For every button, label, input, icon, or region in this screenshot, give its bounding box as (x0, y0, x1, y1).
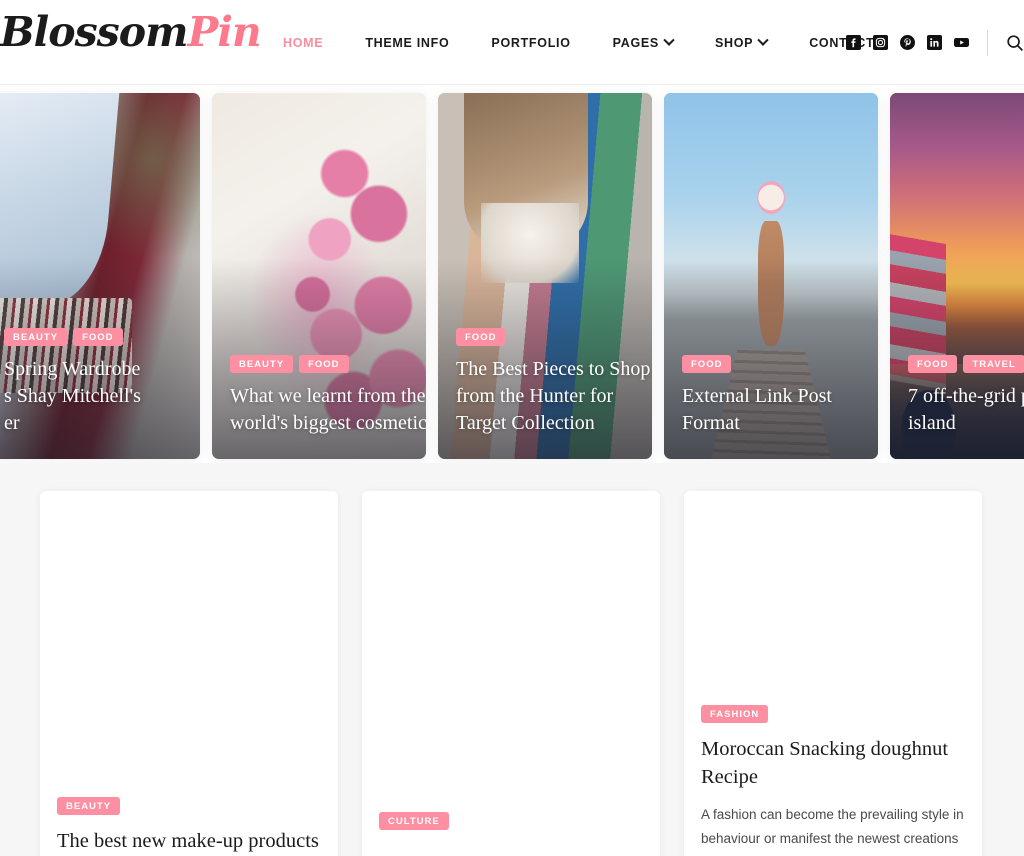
post-card-body: FASHION Moroccan Snacking doughnut Recip… (698, 690, 968, 856)
slide-meta: BEAUTY FOOD Spring Wardrobe s Shay Mitch… (4, 328, 188, 437)
nav-item-home-label: HOME (283, 35, 324, 50)
nav-item-pages-label: PAGES (612, 35, 659, 50)
category-tag[interactable]: CULTURE (379, 812, 449, 830)
slide-meta: FOOD External Link Post Format (682, 355, 866, 437)
slide-title-line: island (908, 412, 956, 434)
logo-primary-text: Blossom (0, 8, 188, 56)
header-divider (987, 29, 988, 56)
slide-title[interactable]: The Best Pieces to Shop from the Hunter … (456, 356, 651, 437)
social-links (846, 0, 1024, 85)
search-icon[interactable] (1006, 34, 1024, 52)
carousel-track[interactable]: BEAUTY FOOD Spring Wardrobe s Shay Mitch… (0, 93, 1024, 459)
youtube-icon[interactable] (954, 35, 969, 50)
nav-item-shop[interactable]: SHOP (694, 34, 788, 50)
slide-title-line: What we learnt from the (230, 385, 426, 407)
post-card[interactable]: FASHION Moroccan Snacking doughnut Recip… (684, 491, 982, 856)
nav-item-portfolio[interactable]: PORTFOLIO (470, 36, 591, 50)
category-tag[interactable]: FASHION (701, 705, 769, 723)
carousel-slide[interactable]: BEAUTY FOOD What we learnt from the worl… (212, 93, 426, 459)
slide-title[interactable]: External Link Post Format (682, 383, 866, 437)
category-tag[interactable]: TRAVEL (963, 355, 1024, 373)
instagram-icon[interactable] (873, 35, 888, 50)
slide-title-line: er (4, 412, 20, 434)
slide-title-line: Target Collection (456, 412, 595, 434)
slide-title-line: from the Hunter for (456, 385, 614, 407)
category-tag[interactable]: FOOD (299, 355, 349, 373)
carousel-slide[interactable]: FOOD TRAVEL 7 off-the-grid private islan… (890, 93, 1024, 459)
category-tag[interactable]: FOOD (908, 355, 958, 373)
category-tag[interactable]: FOOD (682, 355, 732, 373)
post-card[interactable]: BEAUTY The best new make-up products for (40, 491, 338, 856)
slide-tags: FOOD (456, 328, 640, 346)
post-thumbnail[interactable] (54, 505, 324, 782)
linkedin-icon[interactable] (927, 35, 942, 50)
slide-meta: BEAUTY FOOD What we learnt from the worl… (230, 355, 426, 437)
post-card[interactable]: CULTURE (362, 491, 660, 856)
post-grid: BEAUTY The best new make-up products for… (40, 491, 984, 856)
post-title[interactable]: The best new make-up products for (57, 828, 321, 856)
logo-accent-text: Pin (187, 8, 261, 56)
slide-title-line: 7 off-the-grid private (908, 385, 1024, 407)
main-navigation: HOME THEME INFO PORTFOLIO PAGES SHOP CON… (262, 0, 895, 85)
slide-title[interactable]: 7 off-the-grid private island (908, 383, 1024, 437)
slide-tags: BEAUTY FOOD (230, 355, 414, 373)
featured-carousel[interactable]: BEAUTY FOOD Spring Wardrobe s Shay Mitch… (0, 85, 1024, 463)
nav-item-home[interactable]: HOME (262, 36, 344, 50)
post-card-body: BEAUTY The best new make-up products for (54, 782, 324, 856)
nav-item-theme-info[interactable]: THEME INFO (344, 36, 470, 50)
slide-title-line: world's biggest cosmetic- (230, 412, 426, 434)
slide-tags: BEAUTY FOOD (4, 328, 188, 346)
site-header: BlossomPin HOME THEME INFO PORTFOLIO PAG… (0, 0, 1024, 85)
chevron-down-icon (757, 34, 769, 46)
slide-title-line: External Link Post (682, 385, 832, 407)
slide-title[interactable]: What we learnt from the world's biggest … (230, 383, 426, 437)
slide-tags: FOOD TRAVEL (908, 355, 1024, 373)
carousel-slide[interactable]: FOOD The Best Pieces to Shop from the Hu… (438, 93, 652, 459)
nav-item-portfolio-label: PORTFOLIO (491, 35, 571, 50)
post-card-body: CULTURE (376, 797, 646, 830)
category-tag[interactable]: FOOD (73, 328, 123, 346)
post-title[interactable]: Moroccan Snacking doughnut Recipe (701, 736, 965, 791)
slide-tags: FOOD (682, 355, 866, 373)
slide-title-line: Spring Wardrobe (4, 358, 141, 380)
nav-item-shop-label: SHOP (714, 35, 754, 50)
category-tag[interactable]: BEAUTY (57, 797, 121, 815)
site-logo[interactable]: BlossomPin (0, 8, 262, 56)
category-tag[interactable]: BEAUTY (4, 328, 68, 346)
nav-item-theme-info-label: THEME INFO (365, 35, 450, 50)
slide-title-line: The Best Pieces to Shop (456, 358, 651, 380)
post-thumbnail[interactable] (698, 505, 968, 690)
category-tag[interactable]: FOOD (456, 328, 506, 346)
category-tag[interactable]: BEAUTY (230, 355, 294, 373)
slide-title-line: s Shay Mitchell's (4, 385, 141, 407)
facebook-icon[interactable] (846, 35, 861, 50)
slide-meta: FOOD The Best Pieces to Shop from the Hu… (456, 328, 651, 437)
carousel-slide[interactable]: BEAUTY FOOD Spring Wardrobe s Shay Mitch… (0, 93, 200, 459)
slide-title[interactable]: Spring Wardrobe s Shay Mitchell's er (4, 356, 188, 437)
post-excerpt: A fashion can become the prevailing styl… (701, 807, 964, 856)
pinterest-icon[interactable] (900, 35, 915, 50)
post-grid-section: BEAUTY The best new make-up products for… (0, 463, 1024, 856)
post-thumbnail[interactable] (376, 505, 646, 797)
chevron-down-icon (663, 34, 675, 46)
slide-meta: FOOD TRAVEL 7 off-the-grid private islan… (908, 355, 1024, 437)
slide-title-line: Format (682, 412, 740, 434)
nav-item-pages[interactable]: PAGES (592, 34, 694, 50)
carousel-slide[interactable]: FOOD External Link Post Format (664, 93, 878, 459)
